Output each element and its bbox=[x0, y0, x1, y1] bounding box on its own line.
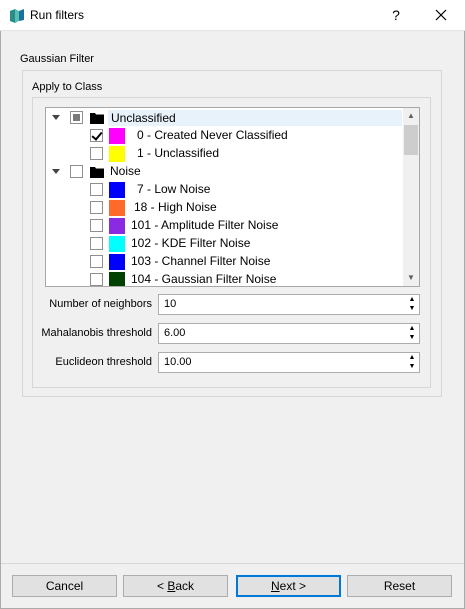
close-icon bbox=[435, 9, 447, 21]
mahalanobis-spinbox[interactable]: 6.00 ▲ ▼ bbox=[158, 323, 420, 344]
spin-down-icon[interactable]: ▼ bbox=[405, 362, 419, 371]
next-button[interactable]: Next > bbox=[236, 575, 341, 597]
reset-button[interactable]: Reset bbox=[347, 575, 452, 597]
tree-row-label: Noise bbox=[110, 164, 141, 178]
tree-row-class-104[interactable]: 104 - Gaussian Filter Noise bbox=[46, 271, 404, 286]
scroll-down-arrow-icon[interactable]: ▼ bbox=[403, 270, 419, 286]
tree-checkbox[interactable] bbox=[90, 201, 103, 214]
window-title: Run filters bbox=[30, 8, 85, 22]
folder-icon bbox=[90, 167, 104, 178]
tree-checkbox[interactable] bbox=[70, 111, 83, 124]
class-tree[interactable]: Unclassified 0 - Created Never Classifie… bbox=[45, 107, 420, 287]
tree-row-label: 102 - KDE Filter Noise bbox=[131, 236, 251, 250]
tree-checkbox[interactable] bbox=[90, 273, 103, 286]
app-logo-icon bbox=[10, 9, 24, 23]
tree-checkbox[interactable] bbox=[90, 129, 103, 142]
class-color-swatch bbox=[109, 254, 125, 270]
tree-row-class-102[interactable]: 102 - KDE Filter Noise bbox=[46, 235, 404, 253]
tree-row-label: Unclassified bbox=[107, 109, 403, 127]
class-color-swatch bbox=[109, 218, 125, 234]
tree-checkbox[interactable] bbox=[90, 219, 103, 232]
tree-row-label: 0 - Created Never Classified bbox=[137, 128, 288, 142]
scroll-up-arrow-icon[interactable]: ▲ bbox=[403, 108, 419, 124]
next-button-mnemonic: N bbox=[270, 579, 280, 593]
tree-row-label: 7 - Low Noise bbox=[137, 182, 211, 196]
tree-checkbox[interactable] bbox=[90, 147, 103, 160]
collapse-arrow-icon[interactable] bbox=[51, 112, 61, 122]
tree-row-noise-group[interactable]: Noise bbox=[46, 163, 404, 181]
scrollbar-thumb[interactable] bbox=[404, 125, 418, 155]
class-color-swatch bbox=[109, 200, 125, 216]
tree-row-unclassified-group[interactable]: Unclassified bbox=[46, 109, 404, 127]
mahalanobis-value[interactable]: 6.00 bbox=[164, 327, 185, 339]
tree-row-label: 101 - Amplitude Filter Noise bbox=[131, 218, 279, 232]
spin-down-icon[interactable]: ▼ bbox=[405, 304, 419, 313]
folder-icon bbox=[90, 113, 104, 124]
class-color-swatch bbox=[109, 128, 125, 144]
title-bar: Run filters ? bbox=[0, 0, 465, 31]
close-button[interactable] bbox=[428, 4, 454, 26]
neighbors-value[interactable]: 10 bbox=[164, 298, 176, 310]
euclidean-label: Euclideon threshold bbox=[55, 356, 152, 368]
back-button-prefix: < bbox=[156, 579, 168, 593]
tree-row-class-103[interactable]: 103 - Channel Filter Noise bbox=[46, 253, 404, 271]
class-color-swatch bbox=[109, 182, 125, 198]
footer-divider bbox=[0, 563, 465, 564]
spin-up-icon[interactable]: ▲ bbox=[405, 353, 419, 362]
tree-checkbox[interactable] bbox=[90, 255, 103, 268]
back-button[interactable]: < Back bbox=[123, 575, 228, 597]
mahalanobis-label: Mahalanobis threshold bbox=[41, 327, 152, 339]
tree-checkbox[interactable] bbox=[70, 165, 83, 178]
euclidean-spinbox[interactable]: 10.00 ▲ ▼ bbox=[158, 352, 420, 373]
class-color-swatch bbox=[109, 146, 125, 162]
class-color-swatch bbox=[109, 272, 125, 286]
next-button-rest: ext > bbox=[279, 579, 307, 593]
tree-row-label: 104 - Gaussian Filter Noise bbox=[131, 272, 277, 286]
spin-down-icon[interactable]: ▼ bbox=[405, 333, 419, 342]
collapse-arrow-icon[interactable] bbox=[51, 166, 61, 176]
neighbors-label: Number of neighbors bbox=[49, 298, 152, 310]
tree-row-class-0[interactable]: 0 - Created Never Classified bbox=[46, 127, 404, 145]
tree-row-class-101[interactable]: 101 - Amplitude Filter Noise bbox=[46, 217, 404, 235]
apply-to-class-label: Apply to Class bbox=[32, 81, 103, 93]
tree-row-class-1[interactable]: 1 - Unclassified bbox=[46, 145, 404, 163]
tree-checkbox[interactable] bbox=[90, 183, 103, 196]
spin-up-icon[interactable]: ▲ bbox=[405, 295, 419, 304]
tree-scrollbar[interactable]: ▲ ▼ bbox=[403, 108, 419, 286]
back-button-rest: ack bbox=[175, 579, 195, 593]
tree-row-label: 1 - Unclassified bbox=[137, 146, 220, 160]
tree-row-label: 18 - High Noise bbox=[134, 200, 217, 214]
neighbors-spinbox[interactable]: 10 ▲ ▼ bbox=[158, 294, 420, 315]
spin-up-icon[interactable]: ▲ bbox=[405, 324, 419, 333]
tree-row-class-18[interactable]: 18 - High Noise bbox=[46, 199, 404, 217]
class-color-swatch bbox=[109, 236, 125, 252]
section-title: Gaussian Filter bbox=[20, 53, 94, 65]
tree-checkbox[interactable] bbox=[90, 237, 103, 250]
tree-row-label: 103 - Channel Filter Noise bbox=[131, 254, 271, 268]
tree-row-class-7[interactable]: 7 - Low Noise bbox=[46, 181, 404, 199]
help-button[interactable]: ? bbox=[385, 4, 407, 26]
euclidean-value[interactable]: 10.00 bbox=[164, 356, 192, 368]
cancel-button[interactable]: Cancel bbox=[12, 575, 117, 597]
